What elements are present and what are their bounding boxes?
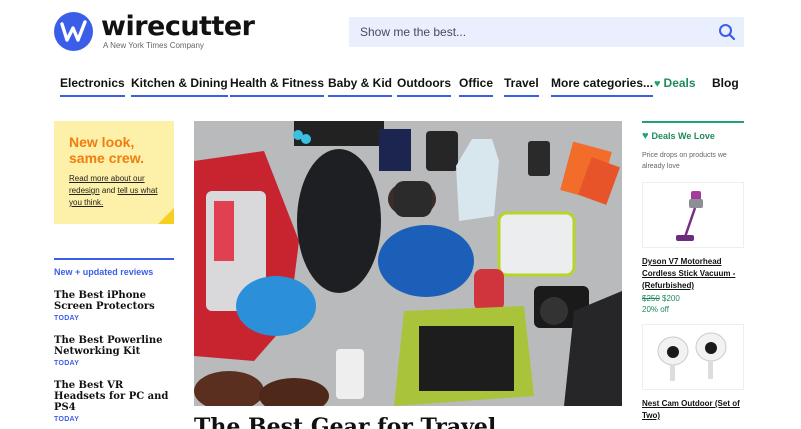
deals-we-love-section: ♥ Deals We Love Price drops on products w… — [642, 121, 744, 422]
review-item[interactable]: The Best Powerline Networking Kit TODAY — [54, 335, 174, 367]
deal-new-price: $200 — [662, 294, 680, 303]
nav-office[interactable]: Office — [459, 76, 494, 97]
review-date: TODAY — [54, 416, 80, 423]
hero-image[interactable] — [194, 121, 622, 406]
review-title[interactable]: The Best Powerline Networking Kit — [54, 335, 174, 357]
note-and: and — [99, 186, 118, 195]
vacuum-image — [676, 191, 703, 241]
nest-cam-image — [657, 332, 727, 381]
note-title: New look, same crew. — [69, 134, 144, 166]
review-item[interactable]: The Best iPhone Screen Protectors TODAY — [54, 290, 174, 322]
search-input[interactable] — [349, 17, 744, 47]
nav-blog[interactable]: Blog — [712, 76, 739, 95]
redesign-note: New look, same crew. Read more about our… — [54, 121, 174, 224]
logo-icon — [54, 12, 93, 51]
nav-kitchen-dining[interactable]: Kitchen & Dining — [131, 76, 228, 97]
search-icon[interactable] — [718, 23, 736, 41]
deal-image[interactable] — [642, 182, 744, 248]
nav-deals-label: Deals — [663, 76, 696, 90]
nav-travel[interactable]: Travel — [504, 76, 539, 97]
deal-price: $250 $200 — [642, 294, 744, 303]
deals-heading-label: Deals We Love — [651, 131, 715, 141]
deals-subheading: Price drops on products we already love — [642, 152, 727, 170]
note-body: Read more about our redesign and tell us… — [69, 173, 159, 209]
heart-icon: ♥ — [642, 130, 649, 142]
deal-old-price: $250 — [642, 294, 660, 303]
deal-image[interactable] — [642, 324, 744, 390]
nav-deals[interactable]: ♥ Deals — [654, 76, 696, 95]
search-bar[interactable] — [349, 17, 744, 47]
deals-heading: ♥ Deals We Love — [642, 121, 744, 142]
new-reviews-section: New + updated reviews The Best iPhone Sc… — [54, 258, 174, 423]
note-corner-fold — [158, 208, 174, 224]
review-item[interactable]: The Best VR Headsets for PC and PS4 TODA… — [54, 380, 174, 423]
review-date: TODAY — [54, 360, 80, 367]
reviews-heading: New + updated reviews — [54, 258, 174, 277]
wirecutter-logo[interactable]: wirecutter A New York Times Company — [54, 12, 255, 51]
review-date: TODAY — [54, 315, 80, 322]
logo-tagline: A New York Times Company — [103, 41, 204, 50]
category-nav: Electronics Kitchen & Dining Health & Fi… — [54, 76, 744, 97]
travel-gear-illustration — [194, 121, 622, 406]
nav-more-categories[interactable]: More categories... — [551, 76, 654, 97]
deal-name[interactable]: Dyson V7 Motorhead Cordless Stick Vacuum… — [642, 256, 744, 292]
nav-baby-kid[interactable]: Baby & Kid — [328, 76, 393, 97]
deal-discount: 20% off — [642, 305, 669, 314]
nav-electronics[interactable]: Electronics — [60, 76, 125, 97]
heart-icon: ♥ — [654, 78, 661, 90]
nav-outdoors[interactable]: Outdoors — [397, 76, 451, 97]
review-title[interactable]: The Best iPhone Screen Protectors — [54, 290, 174, 312]
logo-wordmark: wirecutter — [101, 11, 255, 42]
hero-title[interactable]: The Best Gear for Travel — [194, 414, 496, 429]
nav-health-fitness[interactable]: Health & Fitness — [230, 76, 325, 97]
review-title[interactable]: The Best VR Headsets for PC and PS4 — [54, 380, 174, 413]
deal-name[interactable]: Nest Cam Outdoor (Set of Two) — [642, 398, 744, 422]
